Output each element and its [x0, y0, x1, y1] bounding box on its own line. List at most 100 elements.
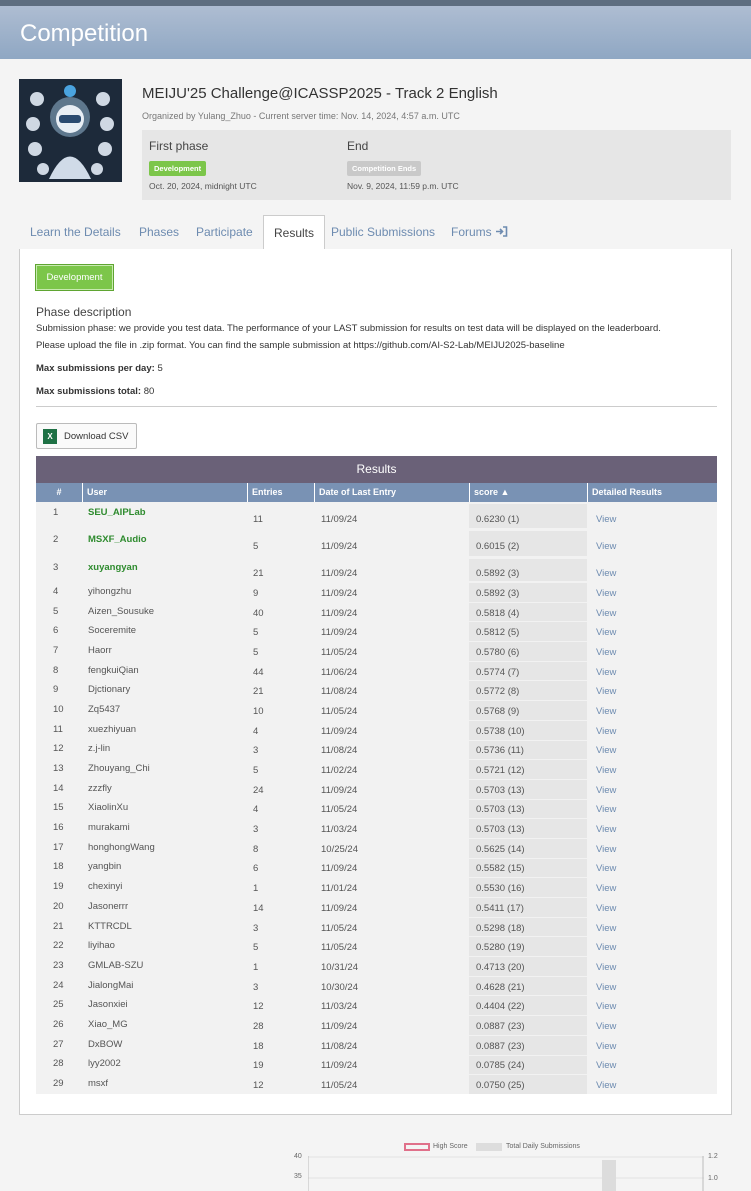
rank-cell: 8: [53, 664, 59, 676]
view-link[interactable]: View: [596, 1021, 616, 1032]
user-cell[interactable]: zzzfly: [88, 783, 112, 794]
user-cell[interactable]: lyy2002: [88, 1058, 121, 1069]
table-row: 0.6230 (1) 1 SEU_AIPLab 11 11/09/24 View: [36, 502, 717, 529]
user-cell[interactable]: DxBOW: [88, 1039, 122, 1050]
tab-public-submissions[interactable]: Public Submissions: [331, 225, 435, 239]
tab-learn-the-details[interactable]: Learn the Details: [30, 225, 121, 239]
score-cell: 0.5768 (9): [476, 705, 520, 717]
entries-cell: 12: [253, 1001, 264, 1013]
organizer-line: Organized by Yulang_Zhuo - Current serve…: [142, 111, 460, 121]
view-link[interactable]: View: [596, 745, 616, 756]
view-link[interactable]: View: [596, 824, 616, 835]
view-link[interactable]: View: [596, 1060, 616, 1071]
view-link[interactable]: View: [596, 962, 616, 973]
user-cell[interactable]: MSXF_Audio: [88, 534, 147, 545]
user-cell[interactable]: Zhouyang_Chi: [88, 763, 150, 774]
rank-cell: 3: [53, 562, 59, 573]
rank-cell: 25: [53, 999, 64, 1011]
view-link[interactable]: View: [596, 588, 616, 599]
phase-development-button[interactable]: Development: [35, 264, 114, 291]
user-cell[interactable]: KTTRCDL: [88, 921, 132, 932]
y-tick-left: 40: [294, 1153, 302, 1160]
date-cell: 10/25/24: [321, 843, 358, 855]
view-link[interactable]: View: [596, 863, 616, 874]
user-cell[interactable]: Zq5437: [88, 704, 120, 715]
view-link[interactable]: View: [596, 1080, 616, 1091]
user-cell[interactable]: JialongMai: [88, 980, 133, 991]
user-cell[interactable]: chexinyi: [88, 881, 122, 892]
view-link[interactable]: View: [596, 568, 616, 579]
score-cell: 0.5582 (15): [476, 863, 525, 875]
tab-forums[interactable]: Forums: [451, 225, 508, 239]
view-link[interactable]: View: [596, 686, 616, 697]
user-cell[interactable]: xuyangyan: [88, 562, 138, 573]
download-csv-button[interactable]: X Download CSV: [36, 423, 137, 449]
user-cell[interactable]: xuezhiyuan: [88, 724, 136, 735]
view-link[interactable]: View: [596, 942, 616, 953]
max-total-label: Max submissions total:: [36, 386, 142, 397]
view-link[interactable]: View: [596, 541, 616, 552]
view-link[interactable]: View: [596, 706, 616, 717]
rank-cell: 10: [53, 703, 64, 715]
view-link[interactable]: View: [596, 844, 616, 855]
user-cell[interactable]: liyihao: [88, 940, 115, 951]
entries-cell: 18: [253, 1040, 264, 1052]
tab-results[interactable]: Results: [263, 215, 326, 251]
table-row: 0.5774 (7) 8 fengkuiQian 44 11/06/24 View: [36, 660, 717, 681]
excel-icon: X: [43, 429, 57, 444]
user-cell[interactable]: murakami: [88, 822, 130, 833]
entries-cell: 3: [253, 922, 259, 934]
user-cell[interactable]: SEU_AIPLab: [88, 507, 146, 518]
user-cell[interactable]: XiaolinXu: [88, 802, 128, 813]
col-date[interactable]: Date of Last Entry: [314, 483, 469, 502]
col-entries[interactable]: Entries: [247, 483, 314, 502]
col-score[interactable]: score ▲: [469, 483, 587, 502]
rank-cell: 26: [53, 1018, 64, 1030]
view-link[interactable]: View: [596, 726, 616, 737]
view-link[interactable]: View: [596, 804, 616, 815]
user-cell[interactable]: yangbin: [88, 861, 121, 872]
user-cell[interactable]: Djctionary: [88, 684, 130, 695]
col-user[interactable]: User: [82, 483, 247, 502]
user-cell[interactable]: msxf: [88, 1078, 108, 1089]
view-link[interactable]: View: [596, 627, 616, 638]
score-cell: 0.5812 (5): [476, 627, 520, 639]
score-cell: 0.5772 (8): [476, 686, 520, 698]
view-link[interactable]: View: [596, 785, 616, 796]
score-cell: 0.0887 (23): [476, 1020, 525, 1032]
tab-phases[interactable]: Phases: [139, 225, 179, 239]
score-cell: 0.0750 (25): [476, 1080, 525, 1092]
view-link[interactable]: View: [596, 1041, 616, 1052]
view-link[interactable]: View: [596, 923, 616, 934]
score-cell: 0.6015 (2): [476, 541, 520, 552]
view-link[interactable]: View: [596, 514, 616, 525]
tab-participate[interactable]: Participate: [196, 225, 253, 239]
date-cell: 11/09/24: [321, 863, 358, 875]
user-cell[interactable]: Jasonxiei: [88, 999, 128, 1010]
view-link[interactable]: View: [596, 667, 616, 678]
user-cell[interactable]: Xiao_MG: [88, 1019, 128, 1030]
table-row: 0.5298 (18) 21 KTTRCDL 3 11/05/24 View: [36, 916, 717, 937]
view-link[interactable]: View: [596, 1001, 616, 1012]
view-link[interactable]: View: [596, 647, 616, 658]
table-row: 0.0750 (25) 29 msxf 12 11/05/24 View: [36, 1074, 717, 1094]
phase-badge: Competition Ends: [347, 161, 422, 176]
user-cell[interactable]: GMLAB-SZU: [88, 960, 143, 971]
view-link[interactable]: View: [596, 883, 616, 894]
view-link[interactable]: View: [596, 765, 616, 776]
user-cell[interactable]: Aizen_Sousuke: [88, 606, 154, 617]
view-link[interactable]: View: [596, 982, 616, 993]
user-cell[interactable]: fengkuiQian: [88, 665, 139, 676]
view-link[interactable]: View: [596, 903, 616, 914]
legend-total-daily-submissions: Total Daily Submissions: [506, 1143, 580, 1150]
user-cell[interactable]: Soceremite: [88, 625, 136, 636]
user-cell[interactable]: z.j-lin: [88, 743, 110, 754]
view-link[interactable]: View: [596, 608, 616, 619]
phase-description-line: Submission phase: we provide you test da…: [36, 323, 661, 334]
rank-cell: 1: [53, 507, 59, 518]
table-row: 0.5625 (14) 17 honghongWang 8 10/25/24 View: [36, 837, 717, 858]
user-cell[interactable]: Haorr: [88, 645, 112, 656]
user-cell[interactable]: yihongzhu: [88, 586, 131, 597]
user-cell[interactable]: Jasonerrr: [88, 901, 128, 912]
user-cell[interactable]: honghongWang: [88, 842, 155, 853]
